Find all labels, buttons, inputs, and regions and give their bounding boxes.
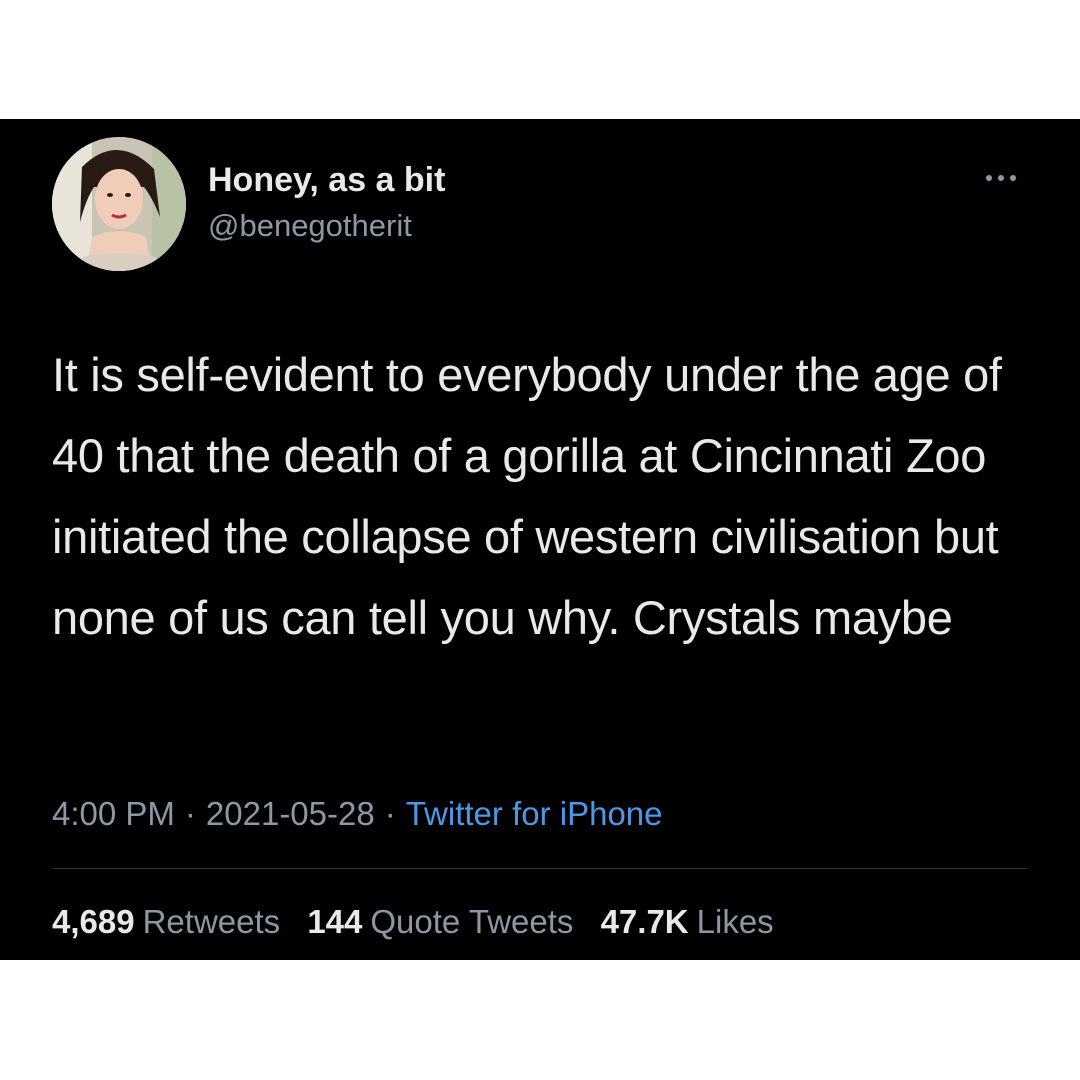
likes-label: Likes [696, 903, 774, 940]
likes-count: 47.7K [600, 903, 689, 940]
meta-separator: · [184, 795, 196, 832]
retweets-count: 4,689 [52, 903, 135, 940]
more-options-button[interactable] [980, 168, 1024, 188]
tweet-meta: 4:00 PM · 2021-05-28 · Twitter for iPhone [52, 794, 663, 834]
tweet-time[interactable]: 4:00 PM [52, 795, 175, 832]
quote-tweets-count: 144 [307, 903, 363, 940]
meta-separator: · [384, 795, 396, 832]
tweet-date[interactable]: 2021-05-28 [206, 795, 375, 832]
more-options-icon [986, 175, 1016, 181]
divider [52, 868, 1028, 869]
avatar[interactable] [52, 137, 186, 271]
tweet-text: It is self-evident to everybody under th… [52, 348, 1002, 644]
tweet-stats: 4,689 Retweets 144 Quote Tweets 47.7K Likes [52, 902, 792, 942]
retweets-stat[interactable]: 4,689 Retweets [52, 903, 280, 940]
quote-tweets-label: Quote Tweets [370, 903, 574, 940]
retweets-label: Retweets [142, 903, 281, 940]
quote-tweets-stat[interactable]: 144 Quote Tweets [307, 903, 573, 940]
display-name[interactable]: Honey, as a bit [208, 160, 445, 200]
likes-stat[interactable]: 47.7K Likes [601, 903, 774, 940]
user-handle[interactable]: @benegotherit [208, 208, 412, 244]
tweet-source-link[interactable]: Twitter for iPhone [406, 795, 663, 832]
